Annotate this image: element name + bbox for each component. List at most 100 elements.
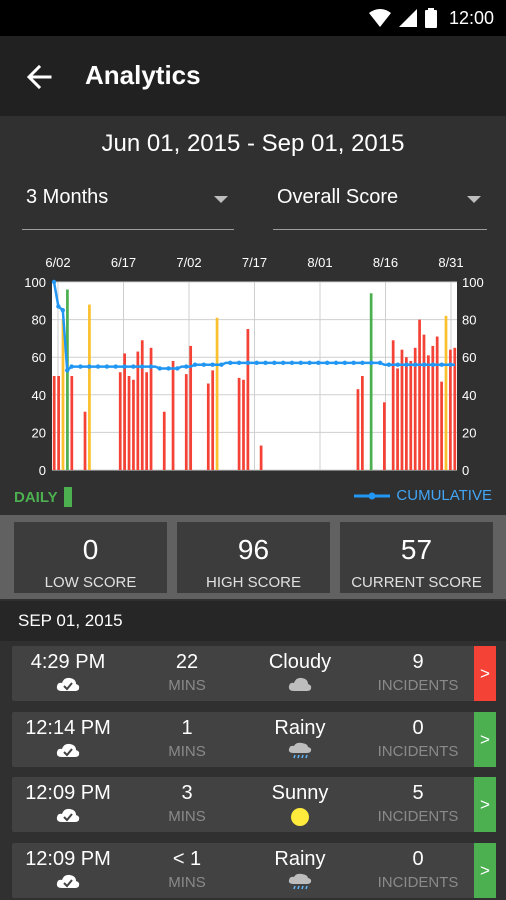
session-incidents-cell: 5 INCIDENTS [362,777,474,832]
chart-point-cumulative [386,362,392,367]
rain-icon [244,873,356,891]
session-time: 12:09 PM [25,848,111,870]
session-weather: Rainy [274,717,326,739]
stat-value: 0 [82,534,99,565]
session-incidents-label: INCIDENTS [377,808,459,825]
metric-dropdown[interactable]: Overall Score [273,176,487,230]
chart-bar-daily [409,360,413,470]
chart-bar-daily [449,349,452,470]
session-time: 4:29 PM [30,651,106,673]
session-detail-button[interactable]: > [474,843,496,898]
session-row[interactable]: 12:14 PM 1 MINS Rainy 0 INCIDENTS > [12,712,496,767]
chart-point-cumulative [95,364,101,369]
score-chart: 6/02 6/17 7/02 7/17 8/01 8/16 8/31 0 0 20 20 40 40 60… [0,250,506,512]
chart-x-tick-label: 8/31 [438,255,463,270]
car-cloud-icon [12,742,124,758]
legend-cumulative-label: CUMULATIVE [396,487,492,504]
chart-bar-daily [440,381,443,470]
chart-point-cumulative [87,364,92,369]
session-incidents-cell: 0 INCIDENTS [362,843,474,898]
score-chart-svg: 6/02 6/17 7/02 7/17 8/01 8/16 8/31 0 0 20 20 40 40 60… [24,255,483,478]
chart-bar-daily [57,376,60,470]
chart-point-cumulative [192,362,198,367]
chart-point-cumulative [78,364,83,369]
session-row[interactable]: 12:09 PM < 1 MINS Rainy 0 INCIDENTS > [12,843,496,898]
session-weather-cell: Cloudy [244,646,356,701]
chart-point-cumulative [69,364,74,369]
arrow-left-icon [26,65,52,89]
chart-bar-daily [162,411,166,470]
chart-bar-daily [145,372,149,470]
chart-point-cumulative [210,362,215,367]
chart-bar-daily [132,379,135,470]
chart-y-tick-label-left: 40 [32,388,46,403]
chart-point-cumulative [325,360,330,366]
chart-bar-daily [189,345,193,470]
chart-bar-daily [211,370,215,470]
session-detail-button[interactable]: > [474,777,496,832]
back-button[interactable] [22,60,56,94]
chart-y-tick-label-right: 20 [462,425,476,440]
session-detail-button[interactable]: > [474,712,496,767]
chart-bar-daily [405,357,408,470]
session-weather-cell: Rainy [244,843,356,898]
chart-bar-daily [127,376,131,470]
chart-y-tick-label-left: 80 [32,313,46,328]
page-title: Analytics [85,60,201,90]
chart-bar-daily [140,340,144,470]
chart-point-cumulative [289,360,295,366]
chart-bar-daily [396,368,399,470]
chart-point-cumulative [421,362,427,367]
chart-point-cumulative [60,308,66,313]
car-cloud-icon [12,807,124,823]
chart-point-cumulative [245,360,251,366]
chart-point-cumulative [298,360,303,366]
session-duration-cell: 3 MINS [132,777,242,832]
wifi-icon [368,9,391,27]
chart-point-cumulative [369,360,374,366]
chart-y-tick-label-left: 60 [32,350,46,365]
chart-point-cumulative [316,360,321,366]
session-detail-button[interactable]: > [474,646,496,701]
session-duration: 1 [181,717,193,739]
chart-point-cumulative [272,360,277,366]
chart-bar-daily [118,372,122,470]
session-incidents: 9 [412,651,424,673]
chart-point-cumulative [377,360,383,366]
chart-bar-daily [171,360,175,470]
session-duration-unit: MINS [168,677,206,694]
session-time-cell: 4:29 PM [12,646,124,701]
session-incidents: 5 [412,782,424,804]
chart-bar-daily [435,336,439,470]
chart-y-tick-label-left: 20 [32,425,46,440]
session-time: 12:14 PM [25,717,111,739]
chart-bar-daily [360,376,364,470]
session-row[interactable]: 12:09 PM 3 MINS Sunny 5 INCIDENTS > [12,777,496,832]
session-row[interactable]: 4:29 PM 22 MINS Cloudy 9 INCIDENTS > [12,646,496,701]
chart-point-cumulative [113,364,118,369]
metric-dropdown-value: Overall Score [277,186,399,208]
chart-point-cumulative [219,362,224,367]
chart-bar-daily [215,317,219,470]
battery-icon [424,8,437,28]
status-time: 12:00 [448,7,494,28]
range-dropdown[interactable]: 3 Months [22,176,234,230]
chart-point-cumulative [448,362,453,367]
session-incidents-cell: 0 INCIDENTS [362,712,474,767]
cloud-icon [244,676,356,692]
chart-bar-daily [246,329,250,470]
chart-bar-daily [391,340,395,470]
chart-bar-daily [136,351,140,470]
current-score-card: 57 CURRENT SCORE [340,522,493,593]
legend-cumulative: CUMULATIVE [354,487,492,504]
session-duration-unit: MINS [168,874,206,891]
legend-daily-swatch [63,487,72,507]
session-incidents-label: INCIDENTS [377,874,459,891]
chart-bar-daily [259,445,263,470]
session-incidents-label: INCIDENTS [377,743,459,760]
chart-point-cumulative [342,360,348,366]
chart-y-tick-label-right: 60 [462,350,476,365]
chart-y-tick-label-right: 0 [462,463,469,478]
chart-y-tick-label-right: 40 [462,388,476,403]
status-bar: 12:00 [0,0,506,36]
